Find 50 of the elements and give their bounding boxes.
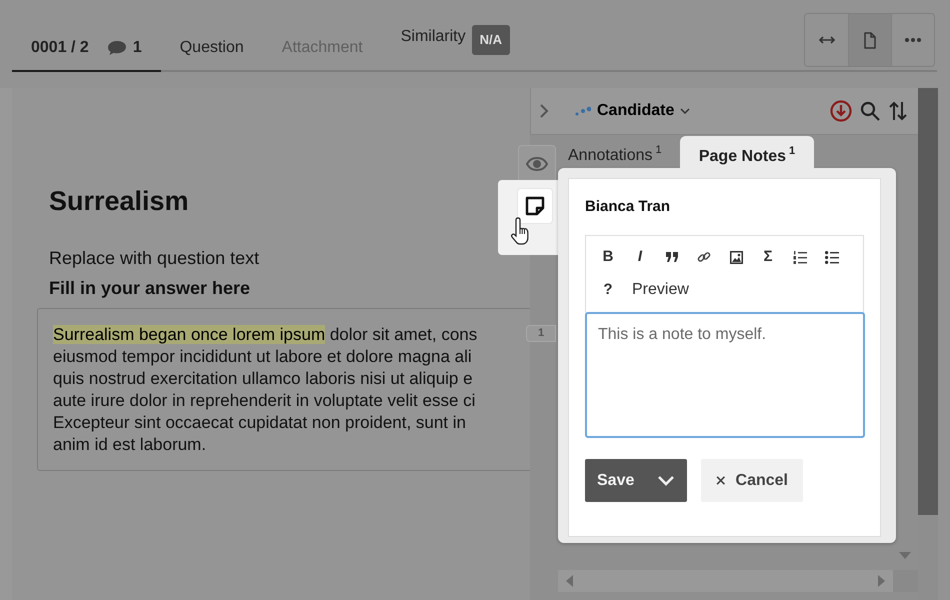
save-button[interactable]: Save xyxy=(585,459,687,502)
chevron-right-icon xyxy=(539,104,549,118)
tab[interactable]: Question xyxy=(160,25,263,70)
chevron-down-icon xyxy=(657,475,675,486)
preview-button[interactable]: Preview xyxy=(630,278,689,302)
sticky-note-icon xyxy=(525,196,545,216)
sort-arrows-icon xyxy=(888,100,908,122)
comment-icon xyxy=(106,40,127,56)
more-icon xyxy=(905,38,921,42)
format-button[interactable]: ? xyxy=(598,278,618,302)
answer-text: Surrealism began once lorem ipsum dolor sit amet, cons xyxy=(53,324,478,346)
format-button[interactable]: B xyxy=(598,245,618,269)
width-arrows-icon xyxy=(818,35,836,45)
search-icon xyxy=(860,101,880,121)
numbered-list-icon xyxy=(793,250,807,264)
question-text: Replace with question text xyxy=(49,247,260,270)
scroll-left-icon xyxy=(566,575,573,587)
eye-icon xyxy=(526,157,548,171)
download-icon xyxy=(830,100,852,122)
tab[interactable]: 0001 / 2 1 xyxy=(12,25,161,72)
view-button[interactable] xyxy=(848,14,891,66)
note-author: Bianca Tran xyxy=(585,197,670,217)
tab[interactable]: Similarity N/A xyxy=(382,25,529,70)
panel-tab[interactable]: Annotations $^{1}$ xyxy=(568,144,662,168)
dots-icon xyxy=(575,106,591,116)
close-icon xyxy=(716,474,726,487)
similarity-badge: N/A xyxy=(472,25,510,54)
format-button[interactable]: Σ xyxy=(758,245,778,269)
candidate-dropdown[interactable]: Candidate xyxy=(575,99,690,123)
bullet-list-icon xyxy=(825,250,839,264)
scroll-right-icon xyxy=(878,575,885,587)
question-title: Surrealism xyxy=(49,185,190,218)
scrollbar-thumb[interactable] xyxy=(918,88,938,515)
quote-icon xyxy=(666,252,678,262)
link-icon xyxy=(697,250,711,264)
answer-text: Excepteur sint occaecat cupidatat non proident, sunt in xyxy=(53,412,467,434)
horizontal-scrollbar[interactable] xyxy=(558,570,893,592)
image-icon xyxy=(730,250,742,264)
answer-text: aute irure dolor in reprehenderit in voluptate velit esse ci xyxy=(53,390,476,412)
note-field[interactable]: This is a note to myself. xyxy=(585,312,865,438)
answer-prompt: Fill in your answer here xyxy=(49,277,252,300)
rail-button[interactable] xyxy=(518,145,556,183)
format-button[interactable]: I xyxy=(630,245,650,269)
cancel-button[interactable]: Cancel xyxy=(701,459,803,502)
page-icon xyxy=(863,32,877,48)
answer-text: quis nostrud exercitation ullamco laboris nisi ut aliquip e xyxy=(53,368,474,390)
answer-text: anim id est laborum. xyxy=(53,434,208,456)
scroll-down-icon xyxy=(899,552,911,559)
answer-text: eiusmod tempor incididunt ut labore et dolore magna ali xyxy=(53,346,473,368)
caret-down-icon xyxy=(680,108,690,114)
